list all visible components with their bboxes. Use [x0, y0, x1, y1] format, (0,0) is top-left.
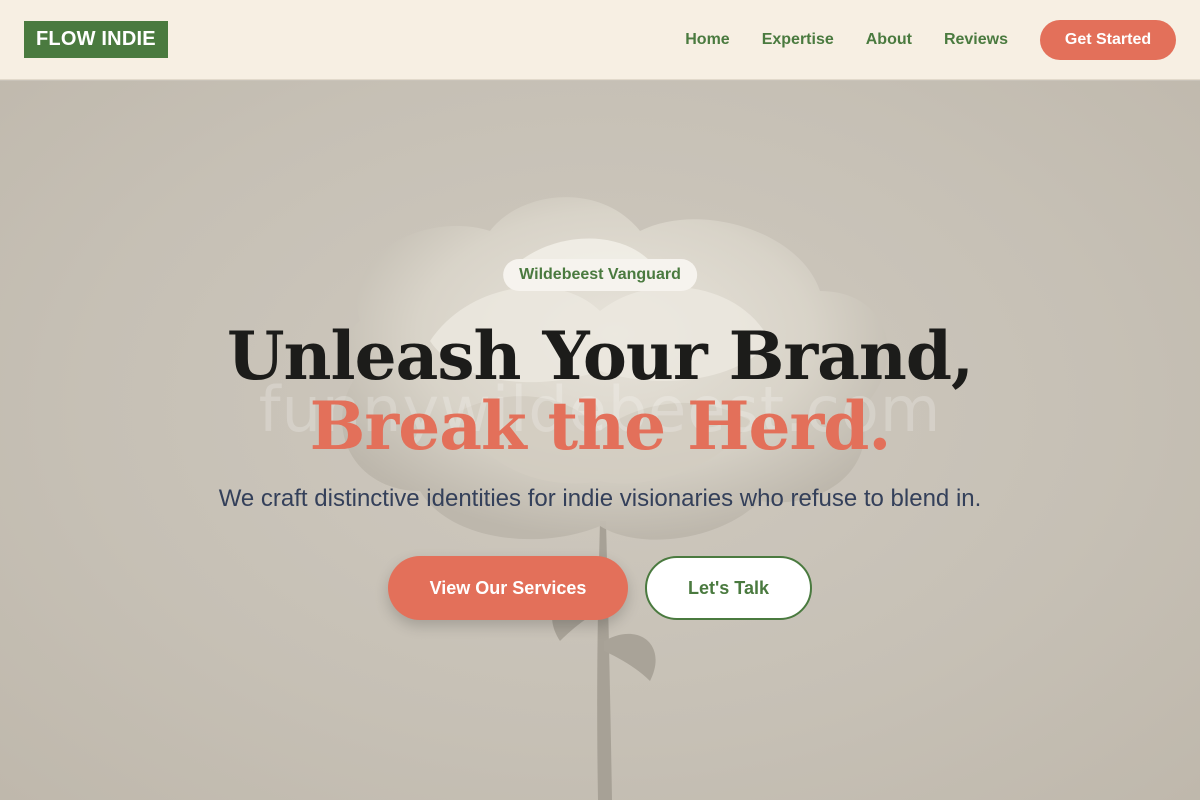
tagline-badge: Wildebeest Vanguard	[503, 259, 697, 291]
hero-headline-line2: Break the Herd.	[309, 387, 892, 465]
main-nav: Home Expertise About Reviews Get Started	[685, 19, 1176, 60]
brand-logo[interactable]: FLOW INDIE	[24, 21, 168, 58]
nav-link-about[interactable]: About	[866, 31, 912, 49]
nav-link-home[interactable]: Home	[685, 31, 729, 49]
hero-headline-line1: Unleash Your Brand,	[226, 317, 974, 395]
nav-link-expertise[interactable]: Expertise	[762, 31, 834, 49]
top-navbar: FLOW INDIE Home Expertise About Reviews …	[0, 0, 1200, 80]
hero-section: funnywildebeest.com Wildebeest Vanguard …	[0, 81, 1200, 800]
hero-subtitle: We craft distinctive identities for indi…	[218, 485, 982, 512]
nav-link-reviews[interactable]: Reviews	[944, 31, 1008, 49]
view-services-button[interactable]: View Our Services	[388, 556, 628, 620]
lets-talk-button[interactable]: Let's Talk	[645, 556, 812, 620]
get-started-button[interactable]: Get Started	[1040, 19, 1176, 60]
